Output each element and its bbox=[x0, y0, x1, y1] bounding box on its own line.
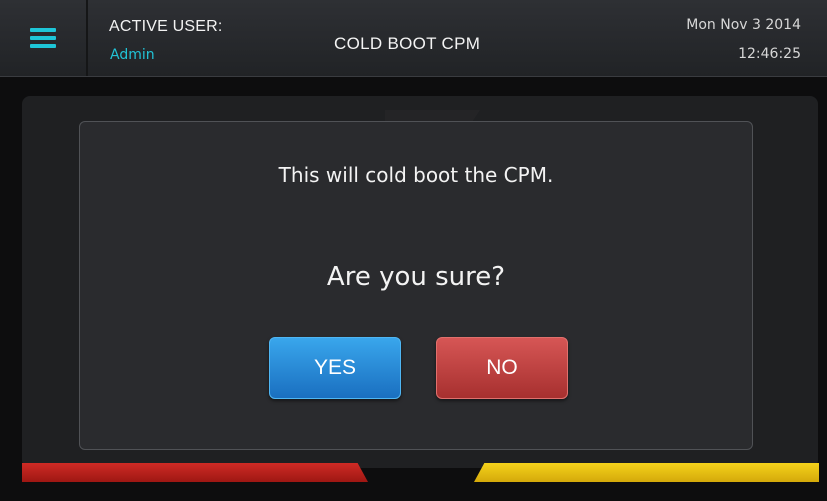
dialog-question: Are you sure? bbox=[326, 262, 506, 292]
dialog-message: This will cold boot the CPM. bbox=[278, 163, 554, 187]
no-button[interactable]: NO bbox=[436, 337, 568, 399]
confirm-dialog: This will cold boot the CPM. Are you sur… bbox=[79, 121, 753, 450]
menu-button[interactable] bbox=[0, 0, 88, 76]
hamburger-menu-icon bbox=[30, 28, 56, 48]
active-user-label: ACTIVE USER: bbox=[109, 18, 223, 35]
header-time: 12:46:25 bbox=[738, 46, 801, 62]
red-accent-strip bbox=[22, 463, 368, 482]
active-user-name: Admin bbox=[110, 47, 155, 63]
cold-boot-screen: ACTIVE USER: Admin COLD BOOT CPM Mon Nov… bbox=[0, 0, 827, 501]
yellow-accent-strip bbox=[474, 463, 819, 482]
top-header-bar: ACTIVE USER: Admin COLD BOOT CPM Mon Nov… bbox=[0, 0, 827, 77]
yes-button[interactable]: YES bbox=[269, 337, 401, 399]
page-title: COLD BOOT CPM bbox=[334, 34, 481, 53]
header-date: Mon Nov 3 2014 bbox=[686, 17, 801, 33]
